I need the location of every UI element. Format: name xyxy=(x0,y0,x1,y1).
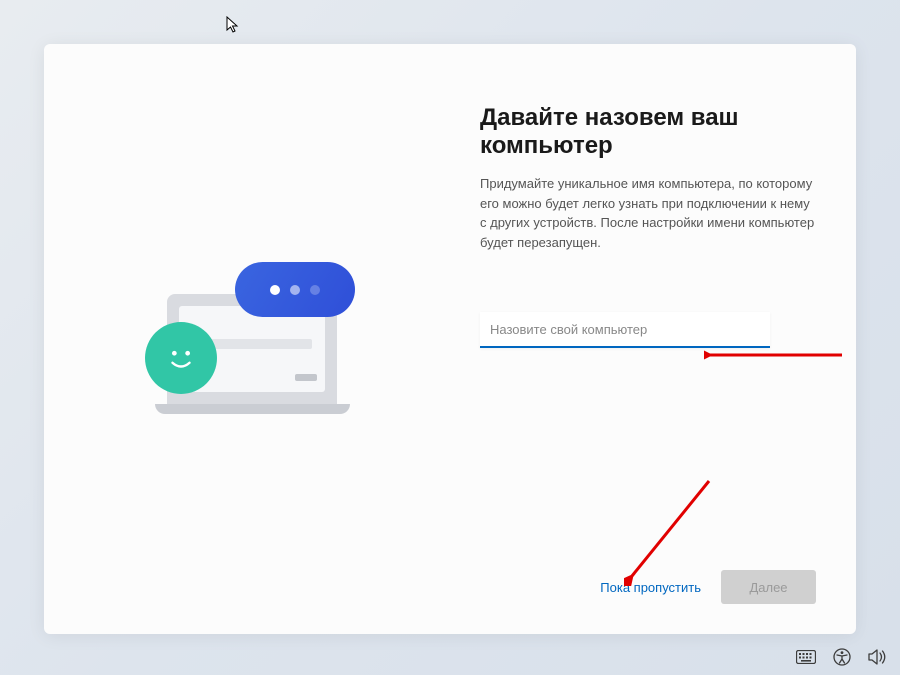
illustration-pane xyxy=(44,44,450,634)
volume-icon[interactable] xyxy=(868,647,888,667)
computer-name-input[interactable] xyxy=(480,312,770,348)
page-title: Давайте назовем ваш компьютер xyxy=(480,104,816,160)
illustration xyxy=(117,244,377,464)
content-pane: Давайте назовем ваш компьютер Придумайте… xyxy=(450,44,856,634)
skip-link[interactable]: Пока пропустить xyxy=(600,580,701,595)
page-description: Придумайте уникальное имя компьютера, по… xyxy=(480,174,816,252)
keyboard-icon[interactable] xyxy=(796,647,816,667)
accessibility-icon[interactable] xyxy=(832,647,852,667)
system-tray xyxy=(796,647,888,667)
next-button[interactable]: Далее xyxy=(721,570,816,604)
chat-bubble-icon xyxy=(235,262,355,317)
footer-buttons: Пока пропустить Далее xyxy=(480,570,816,604)
setup-panel: Давайте назовем ваш компьютер Придумайте… xyxy=(44,44,856,634)
smiley-face-icon xyxy=(145,322,217,394)
mouse-cursor-icon xyxy=(226,16,240,39)
input-container xyxy=(480,312,770,348)
